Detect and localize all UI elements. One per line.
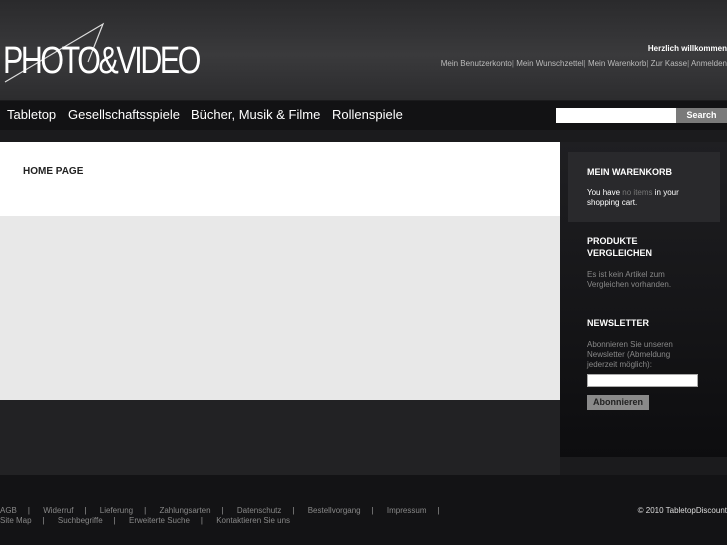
footer-link-kontakt[interactable]: Kontaktieren Sie uns <box>216 516 290 525</box>
cart-title: MEIN WARENKORB <box>587 167 672 177</box>
footer-link-zahlungsarten[interactable]: Zahlungsarten <box>159 506 210 515</box>
compare-title: PRODUKTE VERGLEICHEN <box>587 236 653 258</box>
account-links: Mein Benutzerkonto| Mein Wunschzettel| M… <box>440 59 727 68</box>
compare-text: Es ist kein Artikel zum Vergleichen vorh… <box>587 270 672 289</box>
search-button[interactable]: Search <box>676 108 727 123</box>
link-checkout[interactable]: Zur Kasse <box>651 59 687 68</box>
cart-text: You have no items in your shopping cart. <box>587 188 697 208</box>
cart-text-before: You have <box>587 188 623 197</box>
footer-link-bestellvorgang[interactable]: Bestellvorgang <box>308 506 361 515</box>
nav-tabletop[interactable]: Tabletop <box>7 107 56 122</box>
footer-link-datenschutz[interactable]: Datenschutz <box>237 506 281 515</box>
footer-link-erweiterte-suche[interactable]: Erweiterte Suche <box>129 516 190 525</box>
header: PHOTO&VIDEO Herzlich willkommen Mein Ben… <box>0 0 727 100</box>
copyright: © 2010 TabletopDiscount <box>637 506 727 515</box>
footer-link-sitemap[interactable]: Site Map <box>0 516 32 525</box>
logo[interactable]: PHOTO&VIDEO <box>3 22 201 86</box>
footer-links-row1: AGB | Widerruf | Lieferung | Zahlungsarten |… <box>0 506 440 515</box>
subscribe-button[interactable]: Abonnieren <box>587 395 649 410</box>
footer-links-row2: Site Map | Suchbegriffe | Erweiterte Suche… <box>0 516 291 525</box>
footer-link-agb[interactable]: AGB <box>0 506 17 515</box>
content-area: HOME PAGE <box>0 142 560 216</box>
welcome-message: Herzlich willkommen <box>647 44 727 53</box>
nav-rollenspiele[interactable]: Rollenspiele <box>332 107 403 122</box>
nav-buecher-musik-filme[interactable]: Bücher, Musik & Filme <box>191 107 320 122</box>
link-wishlist[interactable]: Mein Wunschzettel <box>516 59 583 68</box>
footer-link-lieferung[interactable]: Lieferung <box>100 506 133 515</box>
sidebar: MEIN WARENKORB You have no items in your… <box>560 142 727 457</box>
link-login[interactable]: Anmelden <box>691 59 727 68</box>
footer-link-impressum[interactable]: Impressum <box>387 506 427 515</box>
search-input[interactable] <box>556 108 676 123</box>
link-account[interactable]: Mein Benutzerkonto <box>441 59 512 68</box>
cart-no-items: no items <box>622 188 653 197</box>
newsletter-email-input[interactable] <box>587 374 698 387</box>
cart-block <box>568 152 720 222</box>
link-cart[interactable]: Mein Warenkorb <box>588 59 646 68</box>
footer: AGB | Widerruf | Lieferung | Zahlungsarten |… <box>0 475 727 545</box>
newsletter-text: Abonnieren Sie unseren Newsletter (Abmel… <box>587 340 673 369</box>
content-placeholder <box>0 216 560 400</box>
nav-gesellschaftsspiele[interactable]: Gesellschaftsspiele <box>68 107 180 122</box>
logo-text: PHOTO&VIDEO <box>3 40 201 82</box>
newsletter-title: NEWSLETTER <box>587 318 649 328</box>
footer-link-widerruf[interactable]: Widerruf <box>43 506 73 515</box>
content-bottom <box>0 400 560 475</box>
footer-link-suchbegriffe[interactable]: Suchbegriffe <box>58 516 103 525</box>
page-title: HOME PAGE <box>23 166 84 177</box>
